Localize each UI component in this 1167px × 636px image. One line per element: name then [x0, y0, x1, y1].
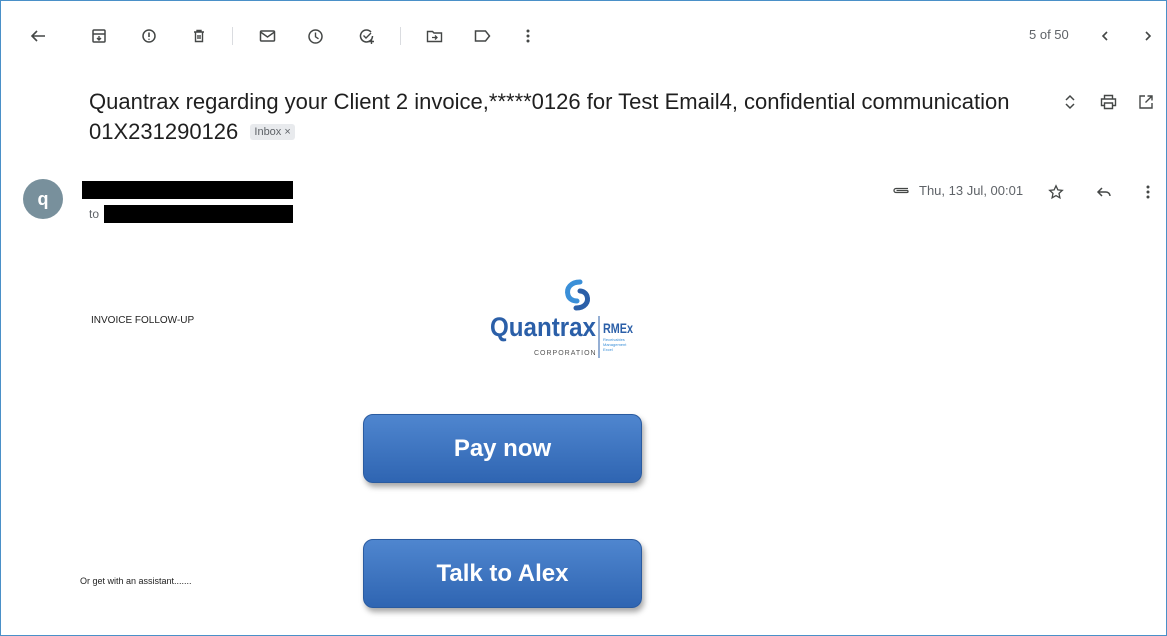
svg-text:CORPORATION: CORPORATION	[534, 350, 597, 357]
swirl-icon	[565, 279, 590, 311]
delete-icon[interactable]	[187, 24, 211, 48]
attachment-icon	[888, 180, 914, 200]
move-to-icon[interactable]	[422, 24, 446, 48]
label-icon[interactable]	[470, 24, 494, 48]
assistant-prompt: Or get with an assistant.......	[80, 576, 192, 586]
mark-unread-icon[interactable]	[255, 24, 279, 48]
talk-to-alex-button[interactable]: Talk to Alex	[363, 539, 642, 608]
recipient-to-label: to	[89, 207, 100, 221]
back-arrow-icon[interactable]	[26, 24, 50, 48]
email-subject: Quantrax regarding your Client 2 invoice…	[89, 87, 1019, 147]
subject-text: Quantrax regarding your Client 2 invoice…	[89, 89, 1010, 144]
report-spam-icon[interactable]	[137, 24, 161, 48]
print-icon[interactable]	[1096, 90, 1120, 114]
svg-text:RMEx: RMEx	[603, 320, 633, 336]
older-chevron-icon[interactable]	[1136, 24, 1160, 48]
more-options-icon[interactable]	[516, 24, 540, 48]
toolbar-divider	[400, 27, 401, 45]
sender-name-redacted	[82, 181, 293, 199]
svg-text:Quantrax: Quantrax	[490, 312, 596, 342]
star-icon[interactable]	[1044, 180, 1068, 204]
message-date: Thu, 13 Jul, 00:01	[919, 183, 1024, 198]
inbox-label-chip[interactable]: Inbox ×	[250, 124, 295, 140]
open-new-window-icon[interactable]	[1134, 90, 1158, 114]
add-task-icon[interactable]	[355, 24, 379, 48]
recipient-redacted	[104, 205, 293, 223]
toolbar-divider	[232, 27, 233, 45]
sender-avatar[interactable]: q	[23, 179, 63, 219]
reply-icon[interactable]	[1092, 180, 1116, 204]
expand-collapse-icon[interactable]	[1058, 90, 1082, 114]
quantrax-logo: Quantrax CORPORATION RMEx Receivables Ma…	[488, 276, 658, 366]
svg-text:Excel: Excel	[603, 347, 613, 352]
pay-now-button[interactable]: Pay now	[363, 414, 642, 483]
invoice-heading: INVOICE FOLLOW-UP	[91, 315, 195, 326]
message-more-icon[interactable]	[1136, 180, 1160, 204]
snooze-icon[interactable]	[303, 24, 327, 48]
newer-chevron-icon[interactable]	[1093, 24, 1117, 48]
page-counter: 5 of 50	[1029, 27, 1069, 42]
archive-icon[interactable]	[87, 24, 111, 48]
